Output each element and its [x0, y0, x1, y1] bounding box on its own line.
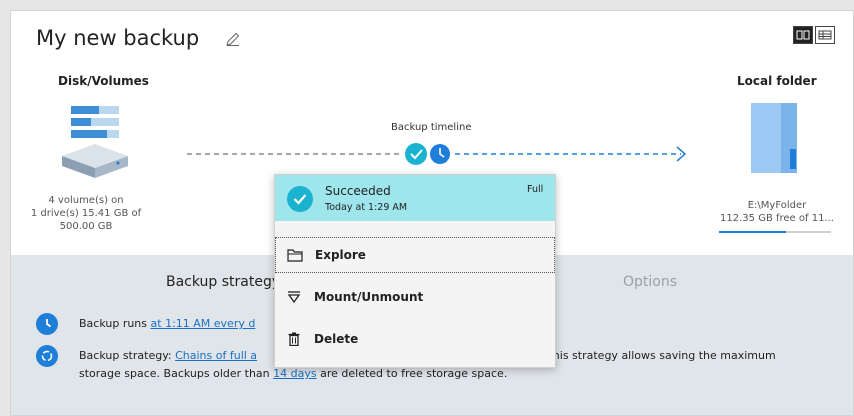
backup-status: Succeeded [325, 184, 391, 198]
timeline-label: Backup timeline [391, 122, 472, 133]
free-space-bar [719, 231, 831, 233]
backup-context-menu: Succeeded Today at 1:29 AM Full Explore … [274, 174, 556, 368]
mount-icon [286, 289, 302, 305]
table-view-icon[interactable] [815, 26, 835, 44]
trash-icon [286, 331, 302, 347]
folder-icon [287, 247, 303, 263]
recycle-icon [36, 345, 58, 367]
view-toggle [793, 26, 835, 44]
tab-options[interactable]: Options [623, 274, 677, 290]
retention-link[interactable]: 14 days [273, 367, 316, 380]
source-label: Disk/Volumes [58, 74, 149, 88]
free-space-bar-fill [719, 231, 787, 233]
plan-title: My new backup [36, 26, 200, 50]
menu-item-explore[interactable]: Explore [275, 237, 555, 273]
backup-status-header: Succeeded Today at 1:29 AM Full [275, 175, 555, 221]
local-folder-icon[interactable] [751, 103, 801, 185]
destination-path: E:\MyFolder [747, 200, 807, 211]
disk-volumes-icon[interactable] [58, 106, 132, 192]
next-backup-clock-icon[interactable] [430, 144, 450, 164]
schedule-link[interactable]: at 1:11 AM every d [151, 317, 256, 330]
backup-type: Full [527, 184, 544, 195]
pencil-icon[interactable] [225, 31, 241, 47]
destination-label: Local folder [737, 74, 817, 88]
success-check-icon [287, 186, 313, 212]
menu-item-mount-unmount[interactable]: Mount/Unmount [275, 279, 555, 315]
backup-timeline [187, 143, 687, 165]
backup-point-check-icon[interactable] [405, 143, 427, 165]
clock-icon [36, 313, 58, 335]
menu-item-delete[interactable]: Delete [275, 321, 555, 357]
card-view-icon[interactable] [793, 26, 813, 44]
schedule-row: Backup runs at 1:11 AM every d [79, 317, 256, 330]
source-info: 4 volume(s) on 1 drive(s) 15.41 GB of 50… [30, 195, 142, 232]
destination-info: E:\MyFolder 112.35 GB free of 11... [707, 199, 847, 225]
strategy-link[interactable]: Chains of full a [175, 349, 257, 362]
tab-backup-strategy[interactable]: Backup strategy [166, 274, 280, 290]
backup-time: Today at 1:29 AM [325, 202, 408, 213]
destination-free-space: 112.35 GB free of 11... [720, 213, 834, 224]
